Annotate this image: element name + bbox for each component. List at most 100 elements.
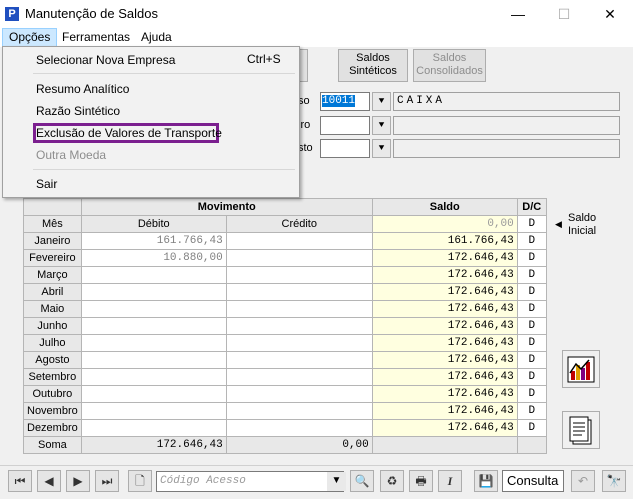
undo-icon: ↶	[577, 474, 589, 488]
dc-header: D/C	[516, 198, 547, 216]
opcoes-dropdown-menu: Selecionar Nova Empresa Ctrl+S Resumo An…	[2, 46, 300, 198]
prev-record-button[interactable]: ◀	[37, 470, 61, 492]
close-button[interactable]: ✕	[587, 0, 633, 28]
menu-ajuda[interactable]: Ajuda	[135, 28, 178, 47]
debito-cell[interactable]	[80, 317, 227, 335]
codigo-acesso-input[interactable]: Código Acesso	[156, 471, 344, 492]
soma-label: Soma	[23, 436, 82, 454]
saldo-cell: 172.646,43	[371, 368, 518, 386]
report-button[interactable]	[562, 411, 600, 449]
account-description: CAIXA	[393, 92, 620, 111]
debito-cell[interactable]	[80, 266, 227, 284]
table-row: Agosto 172.646,43 D	[23, 351, 547, 369]
next-record-button[interactable]: ▶	[66, 470, 90, 492]
last-record-button[interactable]: ⏭	[95, 470, 119, 492]
mes-header: Mês	[23, 215, 82, 233]
field2-input[interactable]	[320, 116, 370, 135]
debito-cell[interactable]	[80, 300, 227, 318]
month-cell: Agosto	[23, 351, 82, 369]
dc-cell: D	[516, 249, 547, 267]
credito-cell[interactable]	[225, 419, 373, 437]
account-dropdown-button[interactable]: ⯆	[372, 92, 391, 111]
debito-cell[interactable]	[80, 334, 227, 352]
field3-dropdown-button[interactable]: ⯆	[372, 139, 391, 158]
field2-dropdown-button[interactable]: ⯆	[372, 116, 391, 135]
menu-outra-moeda[interactable]: Outra Moeda	[36, 146, 106, 164]
first-icon: ⏮	[14, 474, 26, 488]
dc-cell: D	[516, 232, 547, 250]
menu-sair[interactable]: Sair	[36, 175, 57, 193]
prev-icon: ◀	[44, 474, 54, 488]
find-button[interactable]: 🔭	[602, 470, 626, 492]
menu-exclusao-valores-transporte[interactable]: Exclusão de Valores de Transporte	[36, 124, 222, 142]
debito-cell[interactable]: 10.880,00	[80, 249, 227, 267]
credito-cell[interactable]	[225, 368, 373, 386]
saldos-consolidados-button[interactable]: Saldos Consolidados	[413, 49, 486, 82]
credito-cell[interactable]	[225, 351, 373, 369]
credito-cell[interactable]	[225, 300, 373, 318]
chart-button[interactable]	[562, 350, 600, 388]
field3-description	[393, 139, 620, 158]
month-cell: Julho	[23, 334, 82, 352]
codigo-acesso-dropdown[interactable]: ▼	[327, 472, 346, 491]
soma-credito: 0,00	[225, 436, 373, 454]
debito-cell[interactable]	[80, 351, 227, 369]
search-doc-button[interactable]: 🔍	[350, 470, 374, 492]
first-record-button[interactable]: ⏮	[8, 470, 32, 492]
credito-cell[interactable]	[225, 385, 373, 403]
saldo-inicial-label: ◀ Saldo Inicial	[555, 212, 597, 237]
dc-cell: D	[516, 385, 547, 403]
bar-chart-icon	[567, 356, 595, 383]
opening-saldo-cell[interactable]: 0,00	[371, 215, 518, 233]
credito-cell[interactable]	[225, 232, 373, 250]
new-document-button[interactable]: 🗋	[128, 470, 152, 492]
print-button[interactable]: 🖶	[409, 470, 433, 492]
menu-resumo-analitico[interactable]: Resumo Analítico	[36, 80, 129, 98]
undo-button[interactable]: ↶	[571, 470, 595, 492]
opening-dc-cell[interactable]: D	[516, 215, 547, 233]
debito-cell[interactable]	[80, 283, 227, 301]
debito-cell[interactable]	[80, 368, 227, 386]
debito-cell[interactable]: 161.766,43	[80, 232, 227, 250]
soma-debito: 172.646,43	[80, 436, 227, 454]
minimize-button[interactable]: —	[495, 0, 541, 28]
credito-cell[interactable]	[225, 402, 373, 420]
credito-cell[interactable]	[225, 334, 373, 352]
table-row: Julho 172.646,43 D	[23, 334, 547, 352]
account-input[interactable]: 10011	[320, 92, 370, 111]
bottom-toolbar: ⏮ ◀ ▶ ⏭ 🗋 Código Acesso ▼ 🔍 ♻ 🖶 I 💾 Cons…	[0, 465, 633, 499]
credito-cell[interactable]	[225, 266, 373, 284]
saldo-cell: 172.646,43	[371, 334, 518, 352]
month-cell: Junho	[23, 317, 82, 335]
credito-cell[interactable]	[225, 317, 373, 335]
soma-dc	[516, 436, 547, 454]
menu-opcoes[interactable]: Opções	[2, 28, 58, 47]
recycle-button[interactable]: ♻	[380, 470, 404, 492]
maximize-button[interactable]: ☐	[541, 0, 587, 28]
dc-cell: D	[516, 351, 547, 369]
credito-cell[interactable]	[225, 283, 373, 301]
menu-selecionar-nova-empresa[interactable]: Selecionar Nova Empresa	[36, 51, 175, 69]
saldos-sinteticos-button[interactable]: Saldos Sintéticos	[338, 49, 408, 82]
saldo-cell: 172.646,43	[371, 402, 518, 420]
menu-razao-sintetico[interactable]: Razão Sintético	[36, 102, 120, 120]
saldos-table: Movimento Saldo D/C Mês Débito Crédito 0…	[23, 198, 547, 454]
new-document-icon: 🗋	[135, 474, 145, 488]
dc-cell: D	[516, 317, 547, 335]
menu-separator	[33, 73, 295, 74]
shortcut-ctrl-s: Ctrl+S	[247, 52, 281, 66]
menu-ferramentas[interactable]: Ferramentas	[56, 28, 136, 47]
debito-cell[interactable]	[80, 419, 227, 437]
field3-input[interactable]	[320, 139, 370, 158]
dc-cell: D	[516, 300, 547, 318]
corner-header	[23, 198, 82, 216]
save-button[interactable]: 💾	[474, 470, 498, 492]
month-cell: Setembro	[23, 368, 82, 386]
binoculars-icon: 🔭	[606, 474, 622, 488]
dc-cell: D	[516, 419, 547, 437]
debito-cell[interactable]	[80, 402, 227, 420]
credito-header: Crédito	[225, 215, 373, 233]
italic-button[interactable]: I	[438, 470, 462, 492]
credito-cell[interactable]	[225, 249, 373, 267]
debito-cell[interactable]	[80, 385, 227, 403]
